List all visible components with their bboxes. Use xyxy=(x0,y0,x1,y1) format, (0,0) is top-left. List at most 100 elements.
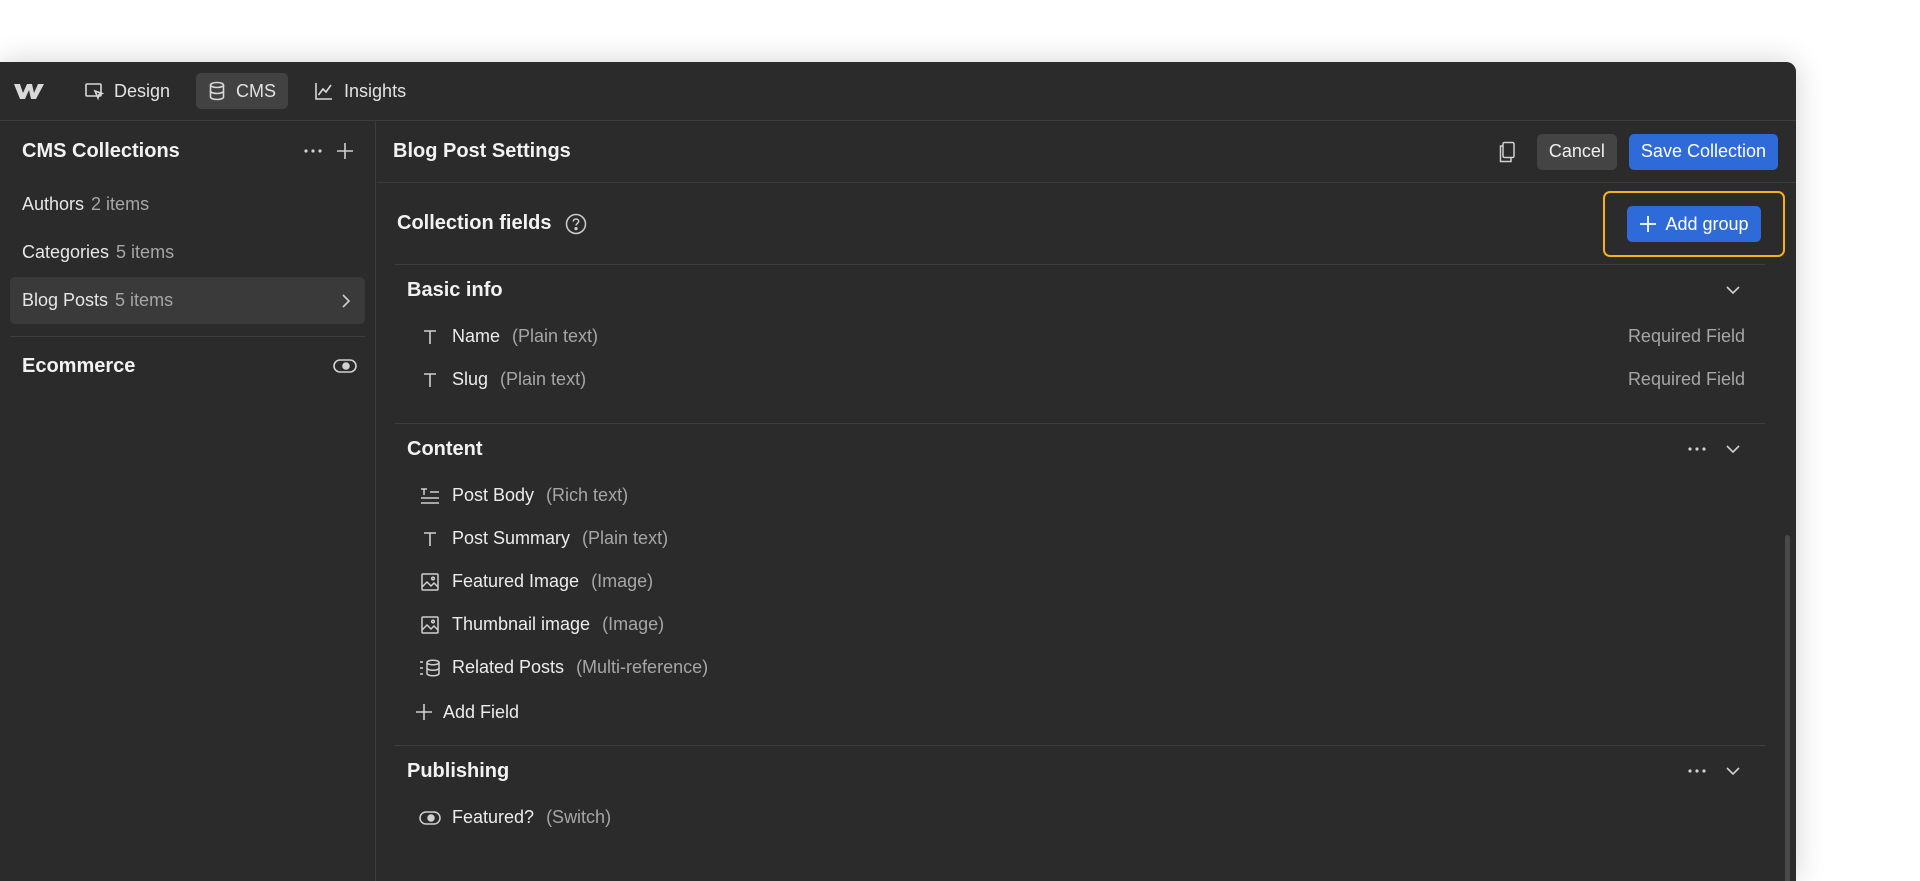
group-title: Basic info xyxy=(407,278,503,301)
field-group-basic-info: Basic info Name (Plain text) Required Fi… xyxy=(395,265,1765,424)
tab-insights-label: Insights xyxy=(344,80,407,101)
save-collection-button[interactable]: Save Collection xyxy=(1628,133,1778,170)
add-group-highlight: Add group xyxy=(1603,191,1785,257)
add-group-button[interactable]: Add group xyxy=(1627,206,1761,242)
text-t-icon xyxy=(419,369,441,391)
help-icon[interactable] xyxy=(565,213,587,235)
cursor-box-icon xyxy=(85,83,104,101)
field-row-name[interactable]: Name (Plain text) Required Field xyxy=(395,315,1765,358)
collapse-group-button[interactable] xyxy=(1715,274,1751,306)
sidebar-item-blog-posts[interactable]: Blog Posts 5 items xyxy=(10,277,365,324)
field-row-thumbnail-image[interactable]: Thumbnail image (Image) xyxy=(395,603,1765,646)
group-title: Publishing xyxy=(407,759,510,782)
field-name: Featured? xyxy=(452,807,535,827)
sidebar-item-authors[interactable]: Authors 2 items xyxy=(0,181,375,228)
page-title: Blog Post Settings xyxy=(393,140,571,162)
field-row-related-posts[interactable]: Related Posts (Multi-reference) xyxy=(395,646,1765,689)
field-row-post-body[interactable]: Post Body (Rich text) xyxy=(395,474,1765,517)
group-header[interactable]: Content xyxy=(395,424,1765,474)
field-type: (Rich text) xyxy=(546,485,629,505)
collection-settings-panel: Blog Post Settings Cancel Save Collectio… xyxy=(377,121,1796,881)
field-name: Featured Image xyxy=(452,571,580,591)
field-name: Post Summary xyxy=(452,528,571,548)
tab-cms-label: CMS xyxy=(236,80,277,101)
panel-header: Blog Post Settings Cancel Save Collectio… xyxy=(377,121,1796,183)
plus-icon xyxy=(337,143,353,159)
field-row-featured-image[interactable]: Featured Image (Image) xyxy=(395,560,1765,603)
add-collection-button[interactable] xyxy=(329,135,361,167)
fields-content: Collection fields Add group Basic info N… xyxy=(395,183,1785,881)
field-type: (Image) xyxy=(591,571,654,591)
collapse-group-button[interactable] xyxy=(1715,755,1751,787)
eye-toggle-icon[interactable] xyxy=(333,358,357,374)
field-type: (Image) xyxy=(602,614,665,634)
vertical-scrollbar[interactable] xyxy=(1785,535,1790,881)
text-t-icon xyxy=(419,528,441,550)
tab-design[interactable]: Design xyxy=(72,73,182,109)
field-type: (Plain text) xyxy=(500,369,587,389)
group-more-button[interactable] xyxy=(1679,755,1715,787)
sidebar-title: CMS Collections xyxy=(22,139,180,162)
field-group-publishing: Publishing Featured? (Switch) xyxy=(395,746,1765,855)
cancel-button[interactable]: Cancel xyxy=(1536,133,1617,170)
chevron-right-icon xyxy=(342,293,351,308)
ellipsis-icon xyxy=(1688,769,1706,773)
rich-text-icon xyxy=(419,485,441,507)
tab-insights[interactable]: Insights xyxy=(302,73,418,109)
chevron-down-icon xyxy=(1726,445,1740,454)
plus-icon xyxy=(416,704,432,720)
database-icon xyxy=(209,81,225,101)
field-name: Slug xyxy=(452,369,489,389)
multi-reference-icon xyxy=(419,657,441,679)
field-row-featured[interactable]: Featured? (Switch) xyxy=(395,796,1765,839)
sidebar-item-label: Authors xyxy=(22,194,85,214)
copy-icon xyxy=(1499,141,1515,162)
group-more-button[interactable] xyxy=(1679,433,1715,465)
sidebar-item-label: Blog Posts xyxy=(22,290,109,310)
required-field-label: Required Field xyxy=(1627,326,1745,346)
field-name: Related Posts xyxy=(452,657,565,677)
field-name: Name xyxy=(452,326,501,346)
more-options-button[interactable] xyxy=(297,135,329,167)
sidebar-item-label: Categories xyxy=(22,242,110,262)
collection-fields-header: Collection fields Add group xyxy=(395,183,1785,265)
top-bar: Design CMS Insights xyxy=(0,62,1796,121)
text-t-icon xyxy=(419,326,441,348)
tab-cms[interactable]: CMS xyxy=(196,73,289,109)
ecommerce-title: Ecommerce xyxy=(22,354,136,377)
sidebar-item-count: 5 items xyxy=(116,242,175,262)
chart-line-icon xyxy=(315,83,333,100)
field-name: Post Body xyxy=(452,485,535,505)
sidebar-item-count: 5 items xyxy=(115,290,174,310)
sidebar-item-categories[interactable]: Categories 5 items xyxy=(0,229,375,276)
add-group-label: Add group xyxy=(1665,213,1749,234)
field-group-content: Content Post Body (Rich text) Post Summa… xyxy=(395,424,1765,746)
field-type: (Switch) xyxy=(546,807,612,827)
ecommerce-section[interactable]: Ecommerce xyxy=(0,337,375,395)
collection-list: Authors 2 items Categories 5 items Blog … xyxy=(0,181,375,324)
field-type: (Plain text) xyxy=(512,326,599,346)
group-header[interactable]: Publishing xyxy=(395,746,1765,796)
group-title: Content xyxy=(407,437,483,460)
ellipsis-icon xyxy=(304,149,322,153)
field-row-slug[interactable]: Slug (Plain text) Required Field xyxy=(395,358,1765,401)
chevron-down-icon xyxy=(1726,767,1740,776)
image-icon xyxy=(419,614,441,636)
required-field-label: Required Field xyxy=(1627,369,1745,389)
switch-icon xyxy=(419,807,441,829)
image-icon xyxy=(419,571,441,593)
ellipsis-icon xyxy=(1688,447,1706,451)
webflow-logo-icon[interactable] xyxy=(14,81,44,101)
plus-icon xyxy=(1640,216,1657,232)
sidebar-header: CMS Collections xyxy=(0,121,375,181)
tab-design-label: Design xyxy=(114,80,171,101)
collapse-group-button[interactable] xyxy=(1715,433,1751,465)
field-type: (Multi-reference) xyxy=(576,657,709,677)
app-window: Design CMS Insights CMS Collections Auth… xyxy=(0,62,1796,881)
duplicate-button[interactable] xyxy=(1491,136,1523,168)
collection-fields-title: Collection fields xyxy=(397,212,552,234)
add-field-label: Add Field xyxy=(443,701,520,722)
field-row-post-summary[interactable]: Post Summary (Plain text) xyxy=(395,517,1765,560)
add-field-button[interactable]: Add Field xyxy=(395,689,1765,735)
group-header[interactable]: Basic info xyxy=(395,265,1765,315)
